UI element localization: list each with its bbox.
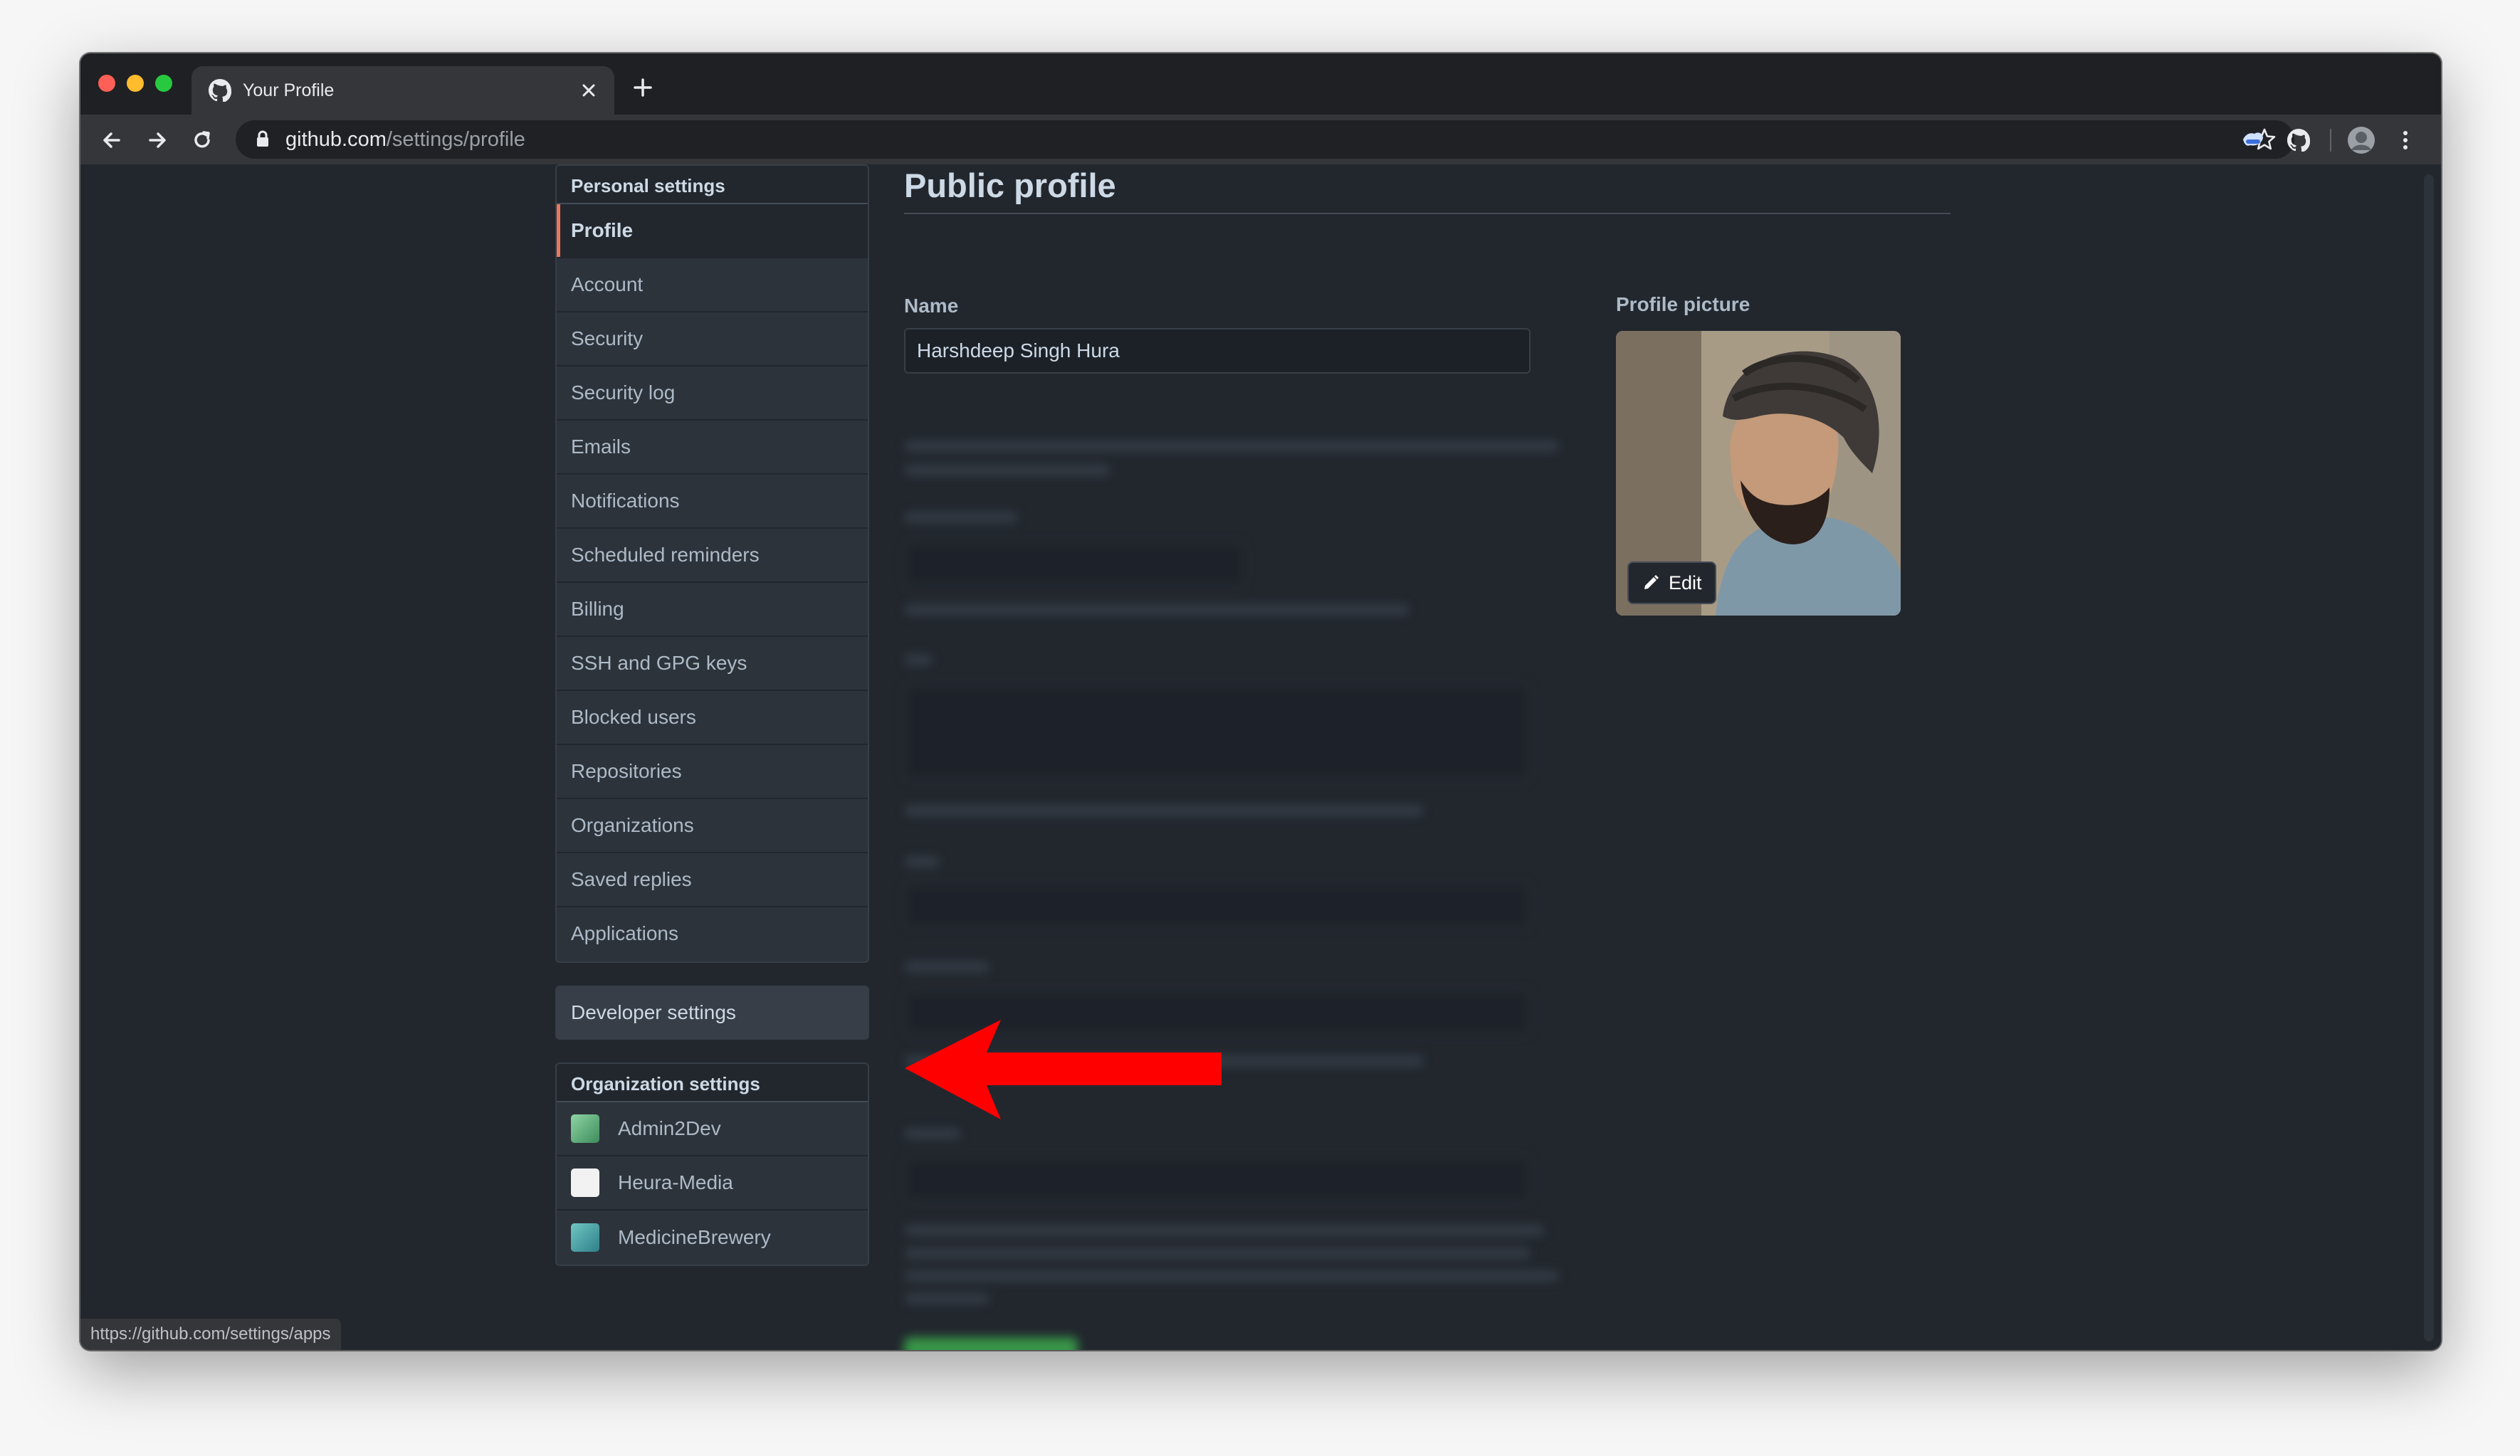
sidebar-item-applications[interactable]: Applications <box>557 907 868 961</box>
pencil-icon <box>1642 574 1660 592</box>
profile-form: Public profile Name Harshdeep Singh Hura <box>904 164 1951 1350</box>
sidebar-item-billing[interactable]: Billing <box>557 583 868 637</box>
sidebar-item-scheduled-reminders[interactable]: Scheduled reminders <box>557 529 868 583</box>
browser-menu-icon[interactable] <box>2391 126 2420 154</box>
name-input[interactable]: Harshdeep Singh Hura <box>904 328 1531 374</box>
extension-icon[interactable] <box>2239 126 2267 154</box>
personal-settings-menu: Personal settings Profile Account Securi… <box>555 164 869 963</box>
lock-icon[interactable] <box>256 130 271 149</box>
developer-settings-menu: Developer settings <box>555 986 869 1040</box>
org-avatar <box>571 1169 599 1197</box>
name-label: Name <box>904 295 959 317</box>
page-scrollbar[interactable] <box>2424 174 2434 1341</box>
sidebar-item-developer-settings[interactable]: Developer settings <box>557 987 868 1038</box>
status-bar-url: https://github.com/settings/apps <box>80 1319 341 1350</box>
profile-picture-label: Profile picture <box>1616 293 1750 315</box>
organization-settings-menu: Organization settings Admin2Dev Heura-Me… <box>555 1062 869 1266</box>
page-content: Personal settings Profile Account Securi… <box>80 164 2441 1350</box>
new-tab-icon[interactable] <box>630 75 656 100</box>
sidebar-item-profile[interactable]: Profile <box>557 204 868 258</box>
url-path: /settings/profile <box>386 127 525 151</box>
url-host: github.com <box>285 127 387 151</box>
organization-settings-header: Organization settings <box>557 1064 868 1102</box>
profile-avatar-icon[interactable] <box>2347 126 2375 154</box>
sidebar-item-repositories[interactable]: Repositories <box>557 745 868 799</box>
sidebar-item-security[interactable]: Security <box>557 312 868 366</box>
sidebar-item-account[interactable]: Account <box>557 258 868 312</box>
org-item-medicinebrewery[interactable]: MedicineBrewery <box>557 1210 868 1265</box>
org-item-heura-media[interactable]: Heura-Media <box>557 1156 868 1210</box>
annotation-arrow <box>905 1018 1232 1129</box>
forward-icon[interactable] <box>143 126 172 154</box>
org-avatar <box>571 1223 599 1252</box>
sidebar-item-emails[interactable]: Emails <box>557 421 868 475</box>
tab-title: Your Profile <box>243 80 335 100</box>
browser-tab[interactable]: Your Profile <box>191 66 614 115</box>
close-tab-icon[interactable] <box>579 80 599 100</box>
reload-icon[interactable] <box>188 126 216 154</box>
browser-window: Your Profile github.com/settings/profile <box>80 53 2441 1350</box>
back-icon[interactable] <box>98 126 126 154</box>
close-window-button[interactable] <box>98 75 115 92</box>
minimize-window-button[interactable] <box>127 75 144 92</box>
settings-sidebar: Personal settings Profile Account Securi… <box>555 164 869 1266</box>
browser-toolbar: github.com/settings/profile <box>80 115 2441 164</box>
sidebar-item-saved-replies[interactable]: Saved replies <box>557 853 868 907</box>
sidebar-item-organizations[interactable]: Organizations <box>557 799 868 853</box>
edit-picture-button[interactable]: Edit <box>1627 561 1716 604</box>
org-name: Heura-Media <box>618 1171 733 1193</box>
edit-label: Edit <box>1669 571 1702 594</box>
github-icon <box>209 79 231 102</box>
personal-settings-header: Personal settings <box>557 166 868 204</box>
maximize-window-button[interactable] <box>155 75 172 92</box>
sidebar-item-ssh-gpg-keys[interactable]: SSH and GPG keys <box>557 637 868 691</box>
github-extension-icon[interactable] <box>2284 126 2313 154</box>
sidebar-item-notifications[interactable]: Notifications <box>557 475 868 529</box>
address-bar[interactable]: github.com/settings/profile <box>236 120 2294 159</box>
org-item-admin2dev[interactable]: Admin2Dev <box>557 1102 868 1156</box>
toolbar-separator <box>2330 129 2331 152</box>
title-bar: Your Profile <box>80 53 2441 115</box>
org-avatar <box>571 1114 599 1143</box>
org-name: Admin2Dev <box>618 1117 721 1139</box>
profile-picture: Edit <box>1616 331 1901 616</box>
sidebar-item-blocked-users[interactable]: Blocked users <box>557 691 868 745</box>
sidebar-item-security-log[interactable]: Security log <box>557 366 868 421</box>
page-title: Public profile <box>904 164 1951 214</box>
org-name: MedicineBrewery <box>618 1226 771 1248</box>
